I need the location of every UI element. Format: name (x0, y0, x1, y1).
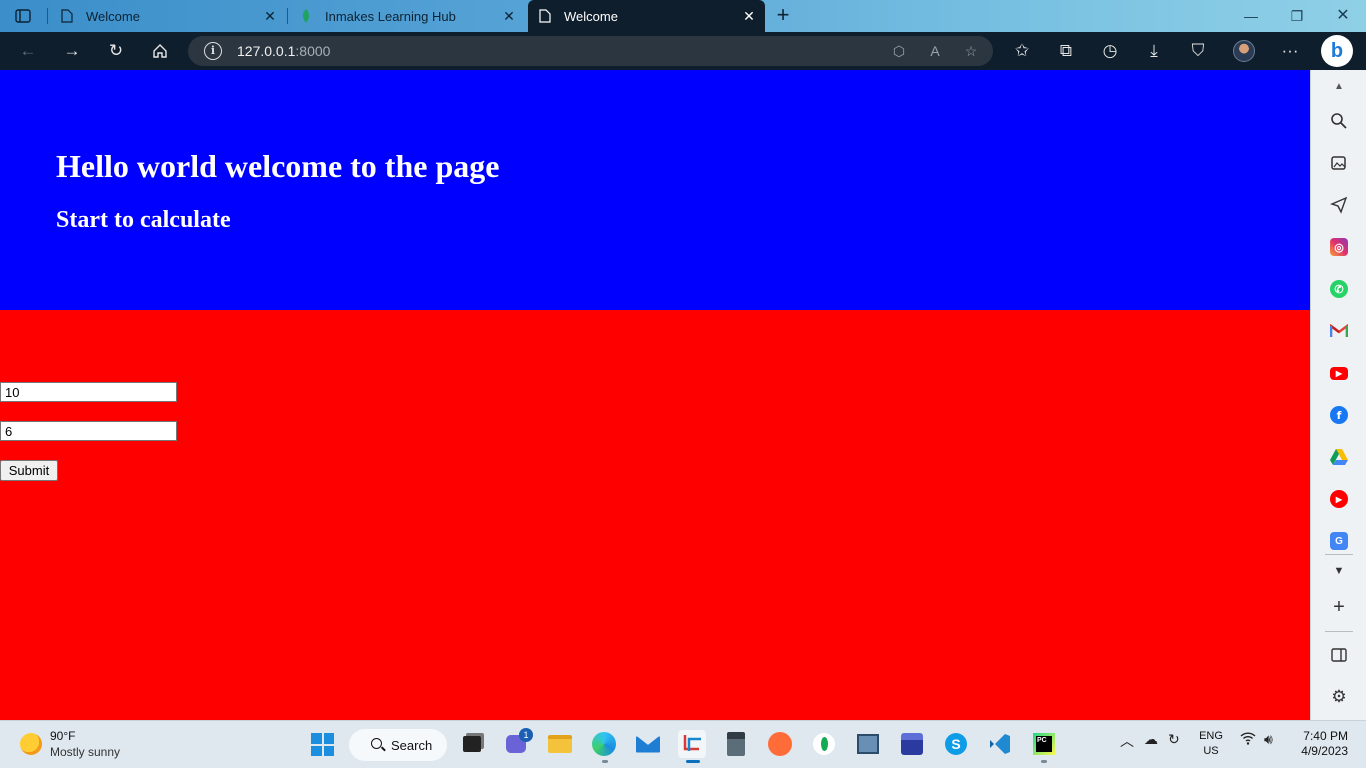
downloads-icon[interactable]: ⤓ (1140, 39, 1168, 63)
scroll-up-icon[interactable]: ▲ (1327, 74, 1351, 98)
page-body: Hello world welcome to the page Start to… (0, 70, 1310, 720)
restore-icon[interactable]: ❐ (1274, 0, 1320, 32)
page-icon (60, 9, 74, 23)
new-tab-icon[interactable]: + (770, 4, 796, 28)
mail-icon[interactable] (634, 730, 662, 758)
profile-avatar[interactable] (1233, 40, 1255, 62)
taskbar: 90°F Mostly sunny Search 1 S PC ︿ ☁ ↻ EN… (0, 720, 1366, 768)
collections-icon[interactable]: ⧉ (1052, 39, 1080, 63)
sync-icon[interactable]: ↻ (1168, 731, 1180, 748)
close-window-icon[interactable]: ✕ (1320, 0, 1366, 32)
page-heading: Hello world welcome to the page (56, 148, 500, 184)
tab-strip: Welcome ✕ Inmakes Learning Hub ✕ Welcome… (0, 0, 1366, 32)
calculator-icon[interactable] (722, 730, 750, 758)
snipping-tool-icon[interactable] (678, 730, 706, 758)
leaf-favicon-icon (299, 9, 313, 23)
address-bar[interactable]: i 127.0.0.1:8000 ⬡ A ☆ (188, 36, 993, 66)
number-input-1[interactable] (0, 382, 177, 402)
forward-icon[interactable]: → (58, 39, 86, 63)
weather-description[interactable]: Mostly sunny (50, 745, 120, 759)
search-zoom-icon[interactable] (1327, 109, 1351, 133)
google-translate-icon[interactable]: G (1327, 529, 1351, 553)
page-subheading: Start to calculate (56, 207, 231, 233)
volume-icon[interactable]: 🔊︎ (1264, 731, 1273, 748)
photo-app-icon[interactable] (854, 730, 882, 758)
tab-title: Inmakes Learning Hub (325, 8, 456, 24)
wifi-icon[interactable] (1240, 731, 1256, 748)
close-tab-icon[interactable]: ✕ (739, 8, 759, 25)
number-input-2[interactable] (0, 421, 177, 441)
notification-badge: 1 (519, 728, 533, 742)
vscode-icon[interactable] (986, 730, 1014, 758)
search-label: Search (391, 737, 433, 753)
teams-chat-icon[interactable]: 1 (502, 728, 533, 758)
youtube-icon[interactable]: ▶ (1327, 361, 1351, 385)
running-indicator (686, 760, 700, 763)
close-tab-icon[interactable]: ✕ (260, 8, 280, 25)
language-indicator[interactable]: ENG US (1198, 729, 1224, 759)
header-banner: Hello world welcome to the page Start to… (0, 70, 1310, 310)
youtube-music-icon[interactable]: ▶ (1327, 487, 1351, 511)
start-button[interactable] (311, 733, 334, 756)
mongodb-compass-icon[interactable] (810, 730, 838, 758)
gmail-icon[interactable] (1327, 319, 1351, 343)
minimize-icon[interactable]: — (1228, 0, 1274, 32)
back-icon[interactable]: ← (14, 39, 42, 63)
tab-welcome-1[interactable]: Welcome ✕ (50, 0, 286, 32)
settings-icon[interactable]: ⚙ (1327, 685, 1351, 709)
submit-button[interactable]: Submit (0, 460, 58, 481)
tab-inmakes[interactable]: Inmakes Learning Hub ✕ (289, 0, 525, 32)
skype-icon[interactable]: S (942, 730, 970, 758)
tab-separator (47, 8, 48, 24)
sidebar-toggle-icon[interactable] (1327, 643, 1351, 667)
tab-actions-icon[interactable] (8, 6, 38, 26)
close-tab-icon[interactable]: ✕ (499, 8, 519, 25)
task-view-icon[interactable] (458, 730, 486, 758)
history-icon[interactable]: ◷ (1096, 39, 1124, 63)
add-icon[interactable]: + (1327, 595, 1351, 619)
tab-title: Welcome (564, 8, 618, 24)
add-favorite-icon[interactable]: ☆ (960, 41, 982, 61)
send-icon[interactable] (1327, 193, 1351, 217)
refresh-icon[interactable]: ↻ (102, 39, 130, 63)
file-explorer-icon[interactable] (546, 730, 574, 758)
edge-sidebar: ▲ ◎ ✆ ▶ f ▶ G ▼ + ⚙ (1310, 70, 1366, 720)
pycharm-icon[interactable]: PC (1030, 730, 1058, 758)
instagram-icon[interactable]: ◎ (1327, 235, 1351, 259)
bing-chat-icon[interactable]: b (1321, 35, 1353, 67)
browser-toolbar: ← → ↻ i 127.0.0.1:8000 ⬡ A ☆ ✩ ⧉ ◷ ⤓ ⛉ ·… (0, 32, 1366, 70)
site-info-icon[interactable]: i (204, 42, 222, 60)
edge-browser-icon[interactable] (590, 730, 618, 758)
read-aloud-icon[interactable]: A (924, 41, 946, 61)
taskbar-search[interactable]: Search (349, 729, 447, 761)
tab-welcome-active[interactable]: Welcome ✕ (528, 0, 765, 32)
running-indicator (1041, 760, 1047, 763)
weather-sun-icon[interactable] (20, 733, 42, 755)
postman-icon[interactable] (766, 730, 794, 758)
sidebar-divider (1325, 554, 1353, 555)
google-drive-icon[interactable] (1327, 445, 1351, 469)
browser-essentials-icon[interactable]: ⛉ (1184, 39, 1212, 63)
home-icon[interactable] (146, 39, 174, 63)
facebook-icon[interactable]: f (1327, 403, 1351, 427)
page-icon (538, 9, 552, 23)
url-text[interactable]: 127.0.0.1:8000 (237, 43, 330, 59)
system-clock[interactable]: 7:40 PM 4/9/2023 (1290, 729, 1348, 759)
tab-title: Welcome (86, 8, 140, 24)
tab-separator (287, 8, 288, 24)
tag-icon[interactable]: ⬡ (888, 41, 910, 61)
whatsapp-icon[interactable]: ✆ (1327, 277, 1351, 301)
sidebar-divider (1325, 631, 1353, 632)
image-edit-icon[interactable] (1327, 151, 1351, 175)
running-indicator (602, 760, 608, 763)
show-hidden-icons-icon[interactable]: ︿ (1120, 731, 1134, 751)
weather-temperature[interactable]: 90°F (50, 729, 75, 743)
search-icon (371, 738, 382, 749)
save-app-icon[interactable] (898, 730, 926, 758)
chevron-down-icon[interactable]: ▼ (1327, 559, 1351, 583)
favorites-icon[interactable]: ✩ (1008, 39, 1036, 63)
more-menu-icon[interactable]: ··· (1276, 39, 1304, 63)
cloud-offline-icon[interactable]: ☁ (1144, 731, 1158, 748)
